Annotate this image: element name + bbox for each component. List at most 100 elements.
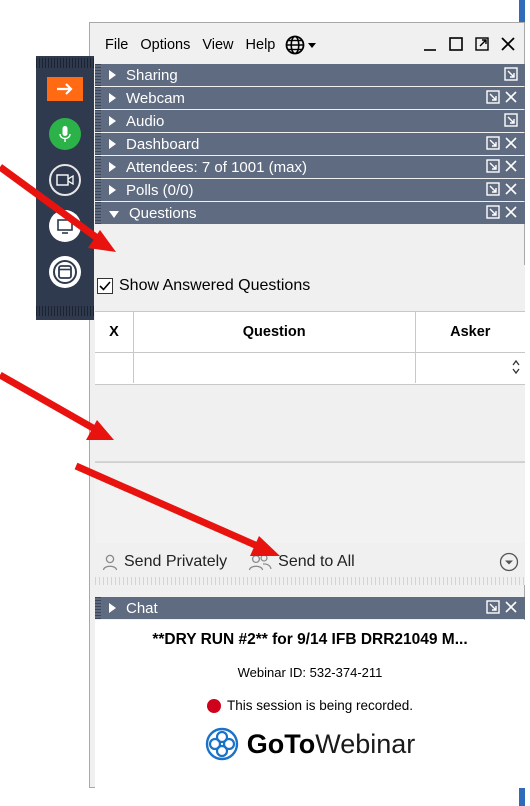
section-label: Dashboard [126,135,200,153]
questions-panel: Show Answered Questions X Question Asker… [95,265,525,585]
caret-down-icon [308,43,317,48]
close-icon[interactable] [503,135,519,151]
chevron-down-circle-icon [499,552,519,572]
column-question[interactable]: Question [134,312,416,352]
drag-grip[interactable] [95,156,101,178]
resize-handle[interactable] [95,577,525,585]
send-bar: Send Privately Send to All [95,547,525,577]
drag-grip[interactable] [95,110,101,132]
microphone-icon [59,126,71,142]
drag-grip[interactable] [95,87,101,109]
column-x[interactable]: X [95,312,134,352]
expand-arrow-icon [109,70,116,80]
menu-options[interactable]: Options [134,37,196,53]
popout-icon[interactable] [485,204,501,220]
send-to-all-button[interactable]: Send to All [247,553,355,571]
toolbar-grip[interactable] [36,306,94,316]
section-audio[interactable]: Audio [95,110,525,132]
menu-help[interactable]: Help [240,37,282,53]
scroll-spinner-icon[interactable] [511,359,521,375]
menu-file[interactable]: File [95,37,134,53]
popout-icon[interactable] [485,181,501,197]
maximize-button[interactable] [447,34,465,54]
more-options-button[interactable] [499,552,519,577]
maximize-icon [449,37,463,51]
section-chat[interactable]: Chat [95,597,525,619]
popout-icon[interactable] [485,135,501,151]
popout-button[interactable] [473,34,491,54]
section-label: Questions [129,204,197,222]
brand-webinar: Webinar [315,728,416,759]
popout-icon[interactable] [485,599,501,615]
expand-arrow-icon [109,93,116,103]
gotowebinar-logo: GoTo Webinar [95,727,525,761]
expand-arrow-icon [109,139,116,149]
close-icon[interactable] [503,181,519,197]
table-cell [134,353,416,383]
close-icon[interactable] [503,158,519,174]
collapse-arrow-icon [109,210,119,218]
section-questions[interactable]: Questions [95,202,525,224]
section-dashboard[interactable]: Dashboard [95,133,525,155]
arrow-right-icon [57,83,73,95]
close-icon[interactable] [503,204,519,220]
answer-area[interactable] [95,385,525,462]
window-icon [53,260,77,284]
show-answered-toggle[interactable]: Show Answered Questions [97,277,310,295]
screen-share-icon [57,219,73,234]
drag-grip[interactable] [95,179,101,201]
recording-notice: This session is being recorded. [95,698,525,713]
questions-table: X Question Asker [95,311,525,385]
recording-dot-icon [206,698,221,713]
section-label: Audio [126,112,165,130]
popout-icon[interactable] [503,66,519,82]
popout-icon[interactable] [503,112,519,128]
section-attendees[interactable]: Attendees: 7 of 1001 (max) [95,156,525,178]
webinar-id: Webinar ID: 532-374-211 [237,665,383,680]
toolbar-grip[interactable] [36,58,94,68]
section-label: Sharing [126,66,178,84]
table-header: X Question Asker [95,312,525,353]
close-icon[interactable] [503,89,519,105]
screen-share-button[interactable] [49,210,81,242]
globe-icon [285,35,305,55]
screen: File Options View Help Sharing Webcam Au… [0,0,530,806]
answer-input[interactable] [95,462,525,543]
drag-grip[interactable] [95,202,101,224]
column-asker[interactable]: Asker [416,312,525,352]
floating-toolbar [36,56,94,320]
webcam-button[interactable] [49,164,81,196]
send-privately-button[interactable]: Send Privately [101,553,227,571]
show-answered-checkbox[interactable] [97,278,113,294]
close-button[interactable] [499,34,517,54]
menu-view[interactable]: View [196,37,239,53]
section-label: Polls (0/0) [126,181,194,199]
webinar-info: **DRY RUN #2** for 9/14 IFB DRR21049 M..… [95,620,525,788]
popout-icon[interactable] [485,89,501,105]
popout-icon [475,37,489,51]
drag-grip[interactable] [95,64,101,86]
section-sharing[interactable]: Sharing [95,64,525,86]
group-icon [249,554,272,571]
toggle-panel-button[interactable] [47,77,83,101]
recording-text: This session is being recorded. [226,698,414,713]
window-button[interactable] [49,256,81,288]
popout-icon[interactable] [485,158,501,174]
microphone-button[interactable] [49,118,81,150]
close-icon[interactable] [503,599,519,615]
drag-grip[interactable] [95,133,101,155]
minimize-icon [424,49,436,51]
table-row[interactable] [95,353,525,383]
expand-arrow-icon [109,116,116,126]
send-privately-label: Send Privately [124,553,228,570]
section-webcam[interactable]: Webcam [95,87,525,109]
gotowebinar-logo-icon [205,727,238,761]
brand-goto: GoTo [246,728,316,759]
person-icon [102,554,118,571]
minimize-button[interactable] [421,34,439,54]
webinar-title: **DRY RUN #2** for 9/14 IFB DRR21049 M..… [152,631,468,648]
section-polls[interactable]: Polls (0/0) [95,179,525,201]
drag-grip[interactable] [95,597,101,619]
table-cell [95,353,134,383]
language-button[interactable] [285,35,317,55]
